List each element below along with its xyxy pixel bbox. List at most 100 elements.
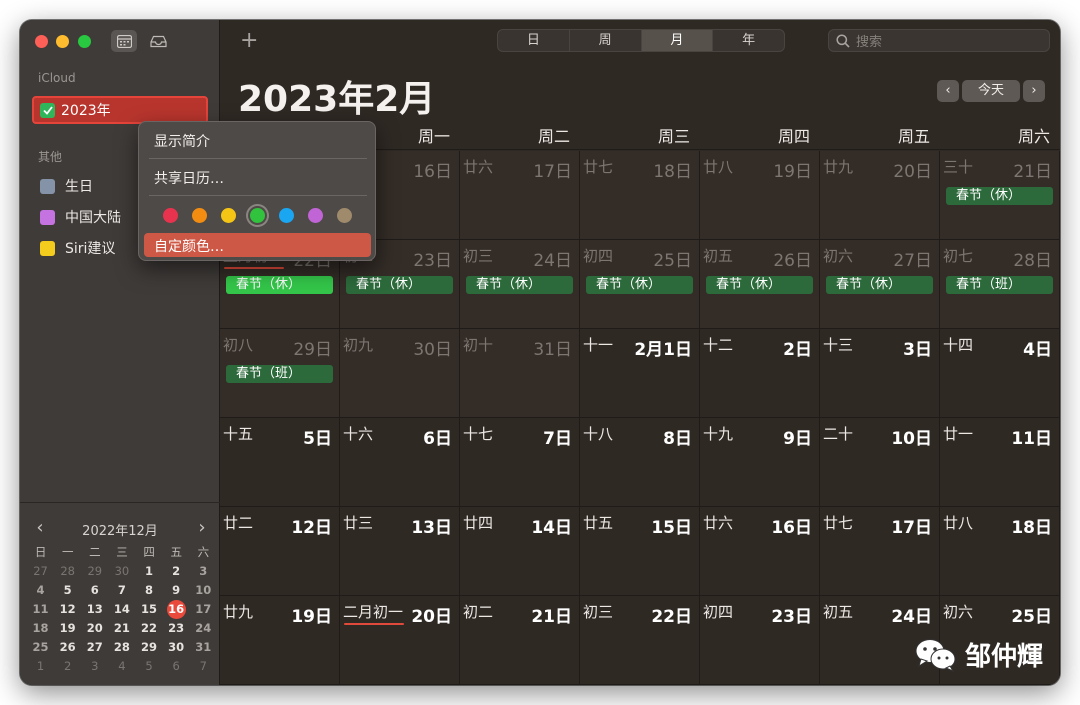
checkbox-checked-icon[interactable] — [40, 102, 55, 118]
calendar-color-swatch[interactable] — [40, 209, 55, 225]
mini-day[interactable]: 6 — [163, 657, 190, 676]
day-cell[interactable]: 廿七 18日 — [580, 151, 700, 240]
color-option-dot[interactable] — [250, 208, 265, 223]
day-cell[interactable]: 十一 2月1日 — [580, 329, 700, 418]
event-chip[interactable]: 春节（班） — [226, 365, 333, 383]
mini-day[interactable]: 11 — [27, 600, 54, 619]
mini-day[interactable]: 29 — [136, 638, 163, 657]
mini-day[interactable]: 24 — [190, 619, 217, 638]
event-chip[interactable]: 春节（休） — [706, 276, 813, 294]
mini-day[interactable]: 12 — [54, 600, 81, 619]
day-cell[interactable]: 廿四 14日 — [460, 507, 580, 596]
view-day-tab[interactable]: 日 — [498, 30, 570, 51]
event-chip[interactable]: 春节（休） — [946, 187, 1053, 205]
mini-day[interactable]: 28 — [108, 638, 135, 657]
event-chip[interactable]: 春节（休） — [346, 276, 453, 294]
menu-item-share-calendar[interactable]: 共享日历… — [154, 168, 224, 188]
view-month-tab[interactable]: 月 — [641, 30, 714, 51]
day-cell[interactable]: 初七 28日 春节（班） — [940, 240, 1060, 329]
color-option-dot[interactable] — [308, 208, 323, 223]
event-chip[interactable]: 春节（休） — [826, 276, 933, 294]
prev-month-button[interactable]: ‹ — [937, 80, 959, 102]
color-option-dot[interactable] — [221, 208, 236, 223]
day-cell[interactable]: 二十 10日 — [820, 418, 940, 507]
day-cell[interactable]: 廿二 12日 — [220, 507, 340, 596]
calendar-list-toggle[interactable] — [111, 30, 137, 52]
today-button[interactable]: 今天 — [962, 80, 1020, 102]
day-cell[interactable]: 初九 30日 — [340, 329, 460, 418]
mini-day[interactable]: 28 — [54, 562, 81, 581]
mini-day[interactable]: 7 — [190, 657, 217, 676]
mini-day[interactable]: 4 — [27, 581, 54, 600]
day-cell[interactable]: 廿三 13日 — [340, 507, 460, 596]
day-cell[interactable]: 十三 3日 — [820, 329, 940, 418]
color-option-dot[interactable] — [163, 208, 178, 223]
day-cell[interactable]: 廿五 15日 — [580, 507, 700, 596]
event-chip[interactable]: 春节（休） — [586, 276, 693, 294]
day-cell[interactable]: 廿九 19日 — [220, 596, 340, 685]
mini-day[interactable]: 3 — [81, 657, 108, 676]
day-cell[interactable]: 廿八 18日 — [940, 507, 1060, 596]
mini-day[interactable]: 7 — [108, 581, 135, 600]
day-cell[interactable]: 廿六 16日 — [700, 507, 820, 596]
day-cell[interactable]: 十二 2日 — [700, 329, 820, 418]
mini-day[interactable]: 5 — [136, 657, 163, 676]
menu-item-show-info[interactable]: 显示简介 — [154, 131, 210, 151]
mini-next-month-button[interactable]: › — [192, 517, 212, 538]
view-week-tab[interactable]: 周 — [570, 30, 642, 51]
day-cell[interactable]: 廿一 11日 — [940, 418, 1060, 507]
mini-day[interactable]: 2 — [163, 562, 190, 581]
mini-day[interactable]: 16 — [163, 600, 190, 619]
day-cell[interactable]: 十六 6日 — [340, 418, 460, 507]
zoom-button[interactable] — [78, 35, 91, 48]
mini-day[interactable]: 9 — [163, 581, 190, 600]
mini-day[interactable]: 21 — [108, 619, 135, 638]
mini-day[interactable]: 4 — [108, 657, 135, 676]
calendar-color-swatch[interactable] — [40, 240, 55, 256]
day-cell[interactable]: 廿九 20日 — [820, 151, 940, 240]
mini-day[interactable]: 20 — [81, 619, 108, 638]
mini-day[interactable]: 1 — [136, 562, 163, 581]
mini-day[interactable]: 30 — [108, 562, 135, 581]
event-chip[interactable]: 春节（休） — [466, 276, 573, 294]
day-cell[interactable]: 初六 27日 春节（休） — [820, 240, 940, 329]
day-cell[interactable]: 三十 21日 春节（休） — [940, 151, 1060, 240]
calendar-color-swatch[interactable] — [40, 178, 55, 194]
mini-day[interactable]: 22 — [136, 619, 163, 638]
mini-day[interactable]: 10 — [190, 581, 217, 600]
mini-day[interactable]: 1 — [27, 657, 54, 676]
mini-day[interactable]: 13 — [81, 600, 108, 619]
mini-day[interactable]: 6 — [81, 581, 108, 600]
add-event-button[interactable]: + — [240, 28, 258, 53]
mini-day[interactable]: 19 — [54, 619, 81, 638]
close-button[interactable] — [35, 35, 48, 48]
mini-day[interactable]: 17 — [190, 600, 217, 619]
minimize-button[interactable] — [56, 35, 69, 48]
day-cell[interactable]: 廿八 19日 — [700, 151, 820, 240]
mini-day[interactable]: 23 — [163, 619, 190, 638]
mini-day[interactable]: 8 — [136, 581, 163, 600]
day-cell[interactable]: 十五 5日 — [220, 418, 340, 507]
calendar-item-2023[interactable]: 2023年 — [32, 96, 208, 124]
day-cell[interactable]: 初四 25日 春节（休） — [580, 240, 700, 329]
day-cell[interactable]: 廿六 17日 — [460, 151, 580, 240]
color-option-dot[interactable] — [192, 208, 207, 223]
mini-day[interactable]: 5 — [54, 581, 81, 600]
mini-day[interactable]: 14 — [108, 600, 135, 619]
mini-day[interactable]: 31 — [190, 638, 217, 657]
color-option-dot[interactable] — [279, 208, 294, 223]
day-cell[interactable]: 十九 9日 — [700, 418, 820, 507]
search-field[interactable]: 搜索 — [828, 29, 1050, 52]
day-cell[interactable]: 十七 7日 — [460, 418, 580, 507]
mini-day[interactable]: 25 — [27, 638, 54, 657]
day-cell[interactable]: 初三 24日 春节（休） — [460, 240, 580, 329]
day-cell[interactable]: 二月初一 20日 — [340, 596, 460, 685]
day-cell[interactable]: 十四 4日 — [940, 329, 1060, 418]
next-month-button[interactable]: › — [1023, 80, 1045, 102]
day-cell[interactable]: 初三 22日 — [580, 596, 700, 685]
day-cell[interactable]: 初四 23日 — [700, 596, 820, 685]
mini-day[interactable]: 2 — [54, 657, 81, 676]
day-cell[interactable]: 初五 26日 春节（休） — [700, 240, 820, 329]
menu-item-custom-color[interactable]: 自定颜色… — [154, 236, 224, 256]
day-cell[interactable]: 廿七 17日 — [820, 507, 940, 596]
